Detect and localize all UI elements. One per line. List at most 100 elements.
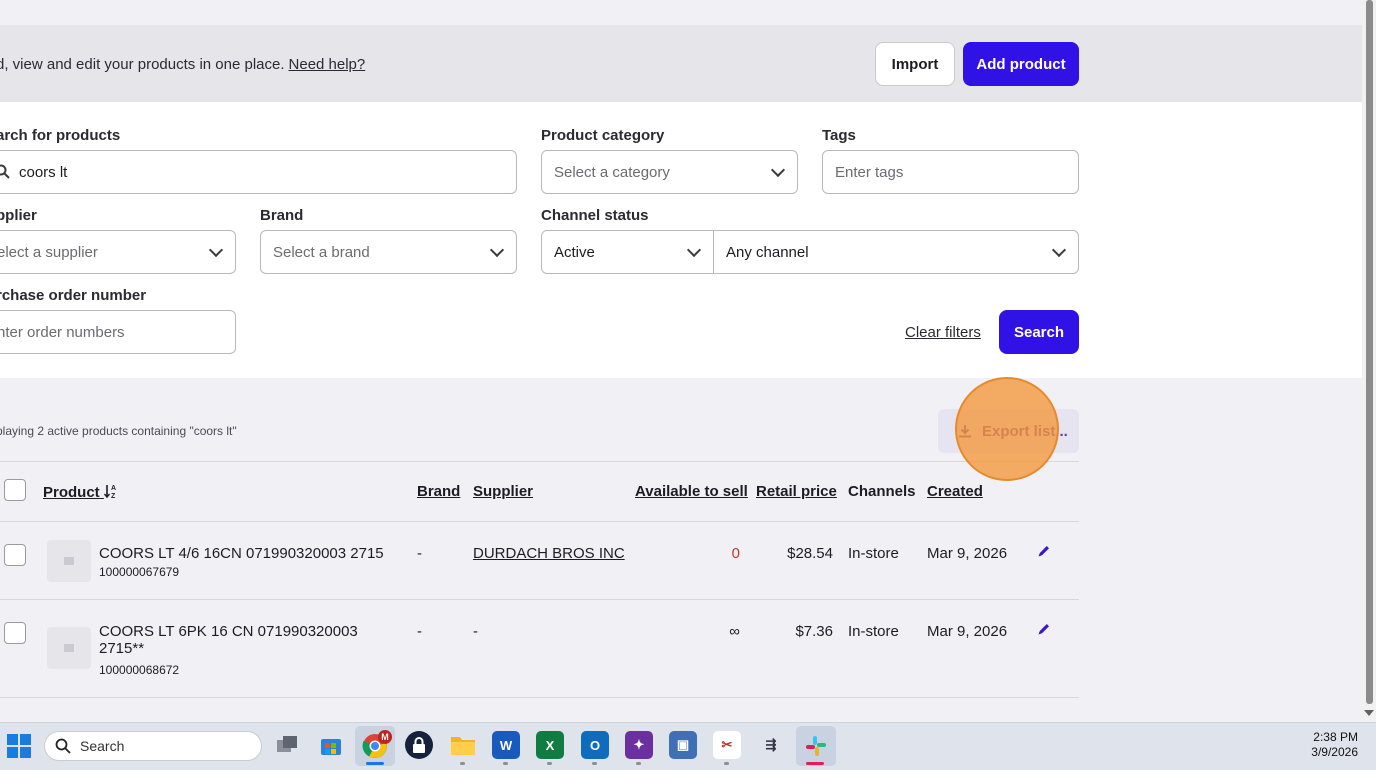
product-sku: 100000067679: [99, 565, 180, 579]
channel-status-value: Active: [554, 243, 595, 261]
channel-select[interactable]: Any channel: [713, 230, 1079, 274]
running-app-indicator: [503, 762, 508, 765]
product-name[interactable]: COORS LT 4/6 16CN 071990320003 2715: [99, 545, 384, 562]
chevron-down-icon: [686, 242, 702, 258]
task-view-icon[interactable]: [274, 731, 302, 759]
running-app-indicator: [636, 762, 641, 765]
need-help-link[interactable]: Need help?: [289, 56, 366, 73]
active-app-indicator: [366, 762, 384, 765]
edit-pencil-icon[interactable]: [1037, 544, 1051, 558]
row-border: [0, 599, 1079, 600]
microsoft-store-icon[interactable]: [317, 731, 345, 759]
category-select[interactable]: Select a category: [541, 150, 798, 194]
product-thumbnail[interactable]: [47, 627, 91, 669]
product-sku: 100000068672: [99, 663, 180, 677]
running-app-indicator: [592, 762, 597, 765]
search-icon: [0, 164, 10, 179]
results-info: playing 2 active products containing "co…: [0, 424, 237, 438]
chevron-down-icon: [770, 162, 786, 178]
import-button[interactable]: Import: [875, 42, 955, 86]
header-description-text: d, view and edit your products in one pl…: [0, 56, 285, 73]
scroll-down-arrow-icon[interactable]: [1364, 710, 1374, 716]
product-price: $7.36: [795, 623, 833, 640]
export-list-button[interactable]: Export list...: [938, 409, 1079, 453]
tags-placeholder: Enter tags: [835, 163, 904, 181]
sort-az-icon: AZ: [103, 485, 116, 500]
product-brand: -: [417, 623, 422, 640]
category-placeholder: Select a category: [554, 163, 670, 181]
brand-label: Brand: [260, 207, 304, 224]
svg-text:Z: Z: [111, 493, 116, 499]
windows-start-icon[interactable]: [7, 734, 31, 758]
row-checkbox[interactable]: [4, 544, 26, 566]
channel-status-label: Channel status: [541, 207, 649, 224]
edit-pencil-icon[interactable]: [1037, 622, 1051, 636]
po-placeholder: nter order numbers: [0, 323, 125, 341]
select-all-checkbox[interactable]: [4, 479, 26, 501]
product-channels: In-store: [848, 545, 899, 562]
app-purple-icon[interactable]: ✦: [625, 731, 653, 759]
supplier-placeholder: elect a supplier: [0, 243, 98, 261]
product-name-line1: COORS LT 6PK 16 CN 071990320003: [99, 623, 358, 640]
svg-text:A: A: [111, 485, 116, 492]
brand-select[interactable]: Select a brand: [260, 230, 517, 274]
chevron-down-icon: [208, 242, 224, 258]
channel-status-select[interactable]: Active: [541, 230, 714, 274]
clock-time: 2:38 PM: [1313, 730, 1358, 744]
search-button[interactable]: Search: [999, 310, 1079, 354]
products-page: d, view and edit your products in one pl…: [0, 0, 1362, 722]
product-channels: In-store: [848, 623, 899, 640]
po-input[interactable]: nter order numbers: [0, 310, 236, 354]
search-label: arch for products: [0, 127, 121, 144]
export-list-label: Export list...: [982, 422, 1068, 440]
file-explorer-icon[interactable]: [449, 731, 477, 759]
column-header-product[interactable]: Product AZ: [43, 483, 118, 501]
po-label: rchase order number: [0, 287, 147, 304]
column-header-available[interactable]: Available to sell: [635, 483, 748, 500]
product-supplier: -: [473, 623, 478, 640]
header-description: d, view and edit your products in one pl…: [0, 56, 365, 73]
taskbar-search-box[interactable]: Search: [44, 731, 262, 761]
system-clock[interactable]: 2:38 PM 3/9/2026: [1311, 730, 1358, 760]
product-name[interactable]: COORS LT 6PK 16 CN 071990320003 2715**: [99, 623, 358, 657]
app-arrows-icon[interactable]: ⇶: [757, 731, 785, 759]
outlook-icon[interactable]: O: [581, 731, 609, 759]
column-header-created[interactable]: Created: [927, 483, 983, 500]
product-created: Mar 9, 2026: [927, 623, 1008, 640]
active-app-indicator: [806, 762, 824, 765]
snipping-tool-icon[interactable]: ✂: [713, 731, 741, 759]
category-label: Product category: [541, 127, 665, 144]
remote-desktop-icon[interactable]: ▣: [669, 731, 697, 759]
column-header-channels: Channels: [848, 483, 916, 500]
password-manager-icon[interactable]: [405, 731, 433, 759]
clock-date: 3/9/2026: [1311, 745, 1358, 759]
product-thumbnail[interactable]: [47, 540, 91, 582]
product-name-line2: 2715**: [99, 640, 145, 657]
tags-input[interactable]: Enter tags: [822, 150, 1079, 194]
clear-filters-link[interactable]: Clear filters: [905, 324, 981, 341]
product-brand: -: [417, 545, 422, 562]
header-row-border: [0, 521, 1079, 522]
brand-placeholder: Select a brand: [273, 243, 370, 261]
column-header-retail-price[interactable]: Retail price: [756, 483, 837, 500]
excel-icon[interactable]: X: [536, 731, 564, 759]
running-app-indicator: [547, 762, 552, 765]
chevron-down-icon: [1051, 242, 1067, 258]
word-icon[interactable]: W: [492, 731, 520, 759]
search-input[interactable]: coors lt: [0, 150, 517, 194]
scrollbar-thumb[interactable]: [1366, 0, 1373, 704]
running-app-indicator: [460, 762, 465, 765]
gmail-badge: M: [378, 730, 392, 744]
product-supplier-link[interactable]: DURDACH BROS INC: [473, 545, 625, 562]
add-product-button[interactable]: Add product: [963, 42, 1079, 86]
column-header-supplier[interactable]: Supplier: [473, 483, 533, 500]
slack-icon[interactable]: [796, 726, 836, 766]
tags-label: Tags: [822, 127, 856, 144]
search-icon: [55, 738, 71, 754]
image-placeholder-icon: [64, 644, 74, 652]
supplier-select[interactable]: elect a supplier: [0, 230, 236, 274]
column-header-brand[interactable]: Brand: [417, 483, 460, 500]
row-border: [0, 697, 1079, 698]
column-header-product-label: Product: [43, 484, 100, 501]
row-checkbox[interactable]: [4, 622, 26, 644]
